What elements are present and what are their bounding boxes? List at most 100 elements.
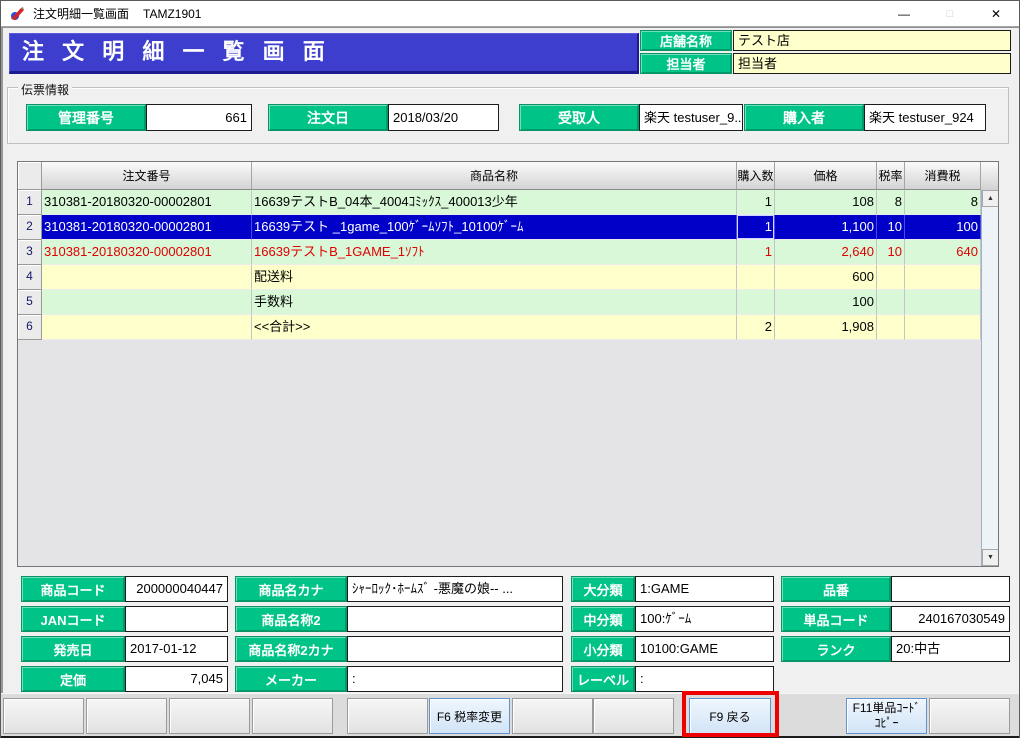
f1-button[interactable]: [3, 698, 84, 734]
maker-label: メーカー: [235, 666, 347, 692]
minimize-button[interactable]: —: [881, 1, 927, 26]
cell-tax[interactable]: [905, 315, 981, 340]
staff-field[interactable]: 担当者: [733, 53, 1011, 74]
cell-price[interactable]: 600: [775, 265, 877, 290]
maker-field[interactable]: :: [347, 666, 563, 692]
mgmt-no-field[interactable]: 661: [146, 104, 252, 131]
store-name-label: 店舗名称: [640, 30, 732, 51]
cell-tax-rate[interactable]: 10: [877, 215, 905, 240]
cell-order-no[interactable]: 310381-20180320-00002801: [42, 215, 252, 240]
cell-product[interactable]: 配送料: [252, 265, 737, 290]
row-number: 5: [18, 290, 42, 315]
receiver-field[interactable]: 楽天 testuser_9...: [639, 104, 743, 131]
col-header-price[interactable]: 価格: [775, 162, 877, 190]
cell-order-no[interactable]: [42, 290, 252, 315]
cell-tax[interactable]: [905, 265, 981, 290]
row-number: 3: [18, 240, 42, 265]
minor-category-field[interactable]: 10100:GAME: [635, 636, 774, 662]
jan-code-field[interactable]: [125, 606, 228, 632]
cell-tax-rate[interactable]: 8: [877, 190, 905, 215]
cell-qty[interactable]: 1: [737, 190, 775, 215]
cell-tax[interactable]: [905, 290, 981, 315]
cell-tax-rate[interactable]: 10: [877, 240, 905, 265]
table-row[interactable]: 3 310381-20180320-00002801 16639テストB_1GA…: [18, 240, 998, 265]
label-name-field[interactable]: :: [635, 666, 774, 692]
unit-code-field[interactable]: 240167030549: [891, 606, 1010, 632]
cell-product[interactable]: 16639テストB_04本_4004ｺﾐｯｸｽ_400013少年: [252, 190, 737, 215]
cell-tax-rate[interactable]: [877, 315, 905, 340]
list-price-field[interactable]: 7,045: [125, 666, 228, 692]
close-button[interactable]: ✕: [973, 1, 1019, 26]
release-date-field[interactable]: 2017-01-12: [125, 636, 228, 662]
cell-tax[interactable]: 8: [905, 190, 981, 215]
table-row[interactable]: 1 310381-20180320-00002801 16639テストB_04本…: [18, 190, 998, 215]
item-name-kana-field[interactable]: ｼｬｰﾛｯｸ･ﾎｰﾑｽﾞ -悪魔の娘-- ...: [347, 576, 563, 602]
f11-label-line1: F11単品ｺｰﾄﾞ: [853, 701, 921, 716]
f5-button[interactable]: [347, 698, 428, 734]
f11-unit-code-copy-button[interactable]: F11単品ｺｰﾄﾞ ｺﾋﾟｰ: [846, 698, 927, 734]
row-number: 1: [18, 190, 42, 215]
rank-field[interactable]: 20:中古: [891, 636, 1010, 662]
vertical-scrollbar[interactable]: ▲ ▼: [981, 190, 998, 566]
cell-price[interactable]: 2,640: [775, 240, 877, 265]
order-detail-table: 注文番号 商品名称 購入数 価格 税率 消費税 1 310381-2018032…: [17, 161, 999, 567]
scroll-up-icon[interactable]: ▲: [982, 190, 999, 207]
f6-tax-rate-change-button[interactable]: F6 税率変更: [429, 698, 510, 734]
f3-button[interactable]: [169, 698, 250, 734]
cell-product[interactable]: 16639テスト _1game_100ｹﾞｰﾑｿﾌﾄ_10100ｹﾞｰﾑ: [252, 215, 737, 240]
cell-tax[interactable]: 640: [905, 240, 981, 265]
cell-qty[interactable]: 1: [737, 240, 775, 265]
table-row-total[interactable]: 6 <<合計>> 2 1,908: [18, 315, 998, 340]
cell-order-no[interactable]: [42, 315, 252, 340]
label-name-label: レーベル: [571, 666, 635, 692]
cell-price[interactable]: 108: [775, 190, 877, 215]
buyer-field[interactable]: 楽天 testuser_924: [864, 104, 986, 131]
cell-tax[interactable]: 100: [905, 215, 981, 240]
major-category-field[interactable]: 1:GAME: [635, 576, 774, 602]
item-name2-kana-field[interactable]: [347, 636, 563, 662]
f7-button[interactable]: [512, 698, 593, 734]
rank-label: ランク: [781, 636, 891, 662]
f2-button[interactable]: [86, 698, 167, 734]
f8-button[interactable]: [593, 698, 674, 734]
f12-button[interactable]: [929, 698, 1010, 734]
cell-order-no[interactable]: 310381-20180320-00002801: [42, 190, 252, 215]
cell-tax-rate[interactable]: [877, 290, 905, 315]
cell-order-no[interactable]: [42, 265, 252, 290]
list-price-label: 定価: [21, 666, 125, 692]
col-header-product[interactable]: 商品名称: [252, 162, 737, 190]
item-code-field[interactable]: 200000040447: [125, 576, 228, 602]
cell-qty[interactable]: 2: [737, 315, 775, 340]
cell-price[interactable]: 1,908: [775, 315, 877, 340]
table-row-selected[interactable]: 2 310381-20180320-00002801 16639テスト _1ga…: [18, 215, 998, 240]
col-header-tax[interactable]: 消費税: [905, 162, 981, 190]
f9-back-button[interactable]: F9 戻る: [689, 698, 771, 734]
program-id: TAMZ1901: [143, 7, 201, 21]
scroll-down-icon[interactable]: ▼: [982, 549, 999, 566]
cell-product[interactable]: 手数料: [252, 290, 737, 315]
cell-qty[interactable]: [737, 290, 775, 315]
unit-code-label: 単品コード: [781, 606, 891, 632]
col-header-qty[interactable]: 購入数: [737, 162, 775, 190]
col-header-order-no[interactable]: 注文番号: [42, 162, 252, 190]
cell-tax-rate[interactable]: [877, 265, 905, 290]
table-row[interactable]: 4 配送料 600: [18, 265, 998, 290]
cell-order-no[interactable]: 310381-20180320-00002801: [42, 240, 252, 265]
item-name2-field[interactable]: [347, 606, 563, 632]
f4-button[interactable]: [252, 698, 333, 734]
mgmt-no-label: 管理番号: [26, 104, 146, 131]
part-no-field[interactable]: [891, 576, 1010, 602]
cell-price[interactable]: 100: [775, 290, 877, 315]
middle-category-field[interactable]: 100:ｹﾞｰﾑ: [635, 606, 774, 632]
order-date-label: 注文日: [268, 104, 388, 131]
cell-product[interactable]: 16639テストB_1GAME_1ｿﾌﾄ: [252, 240, 737, 265]
cell-product[interactable]: <<合計>>: [252, 315, 737, 340]
cell-qty[interactable]: [737, 265, 775, 290]
cell-price[interactable]: 1,100: [775, 215, 877, 240]
cell-qty[interactable]: 1: [737, 215, 775, 240]
col-header-tax-rate[interactable]: 税率: [877, 162, 905, 190]
store-name-field[interactable]: テスト店: [733, 30, 1011, 51]
table-row[interactable]: 5 手数料 100: [18, 290, 998, 315]
order-date-field[interactable]: 2018/03/20: [388, 104, 499, 131]
item-detail-panel: 商品コード 200000040447 JANコード 発売日 2017-01-12…: [21, 576, 1013, 694]
